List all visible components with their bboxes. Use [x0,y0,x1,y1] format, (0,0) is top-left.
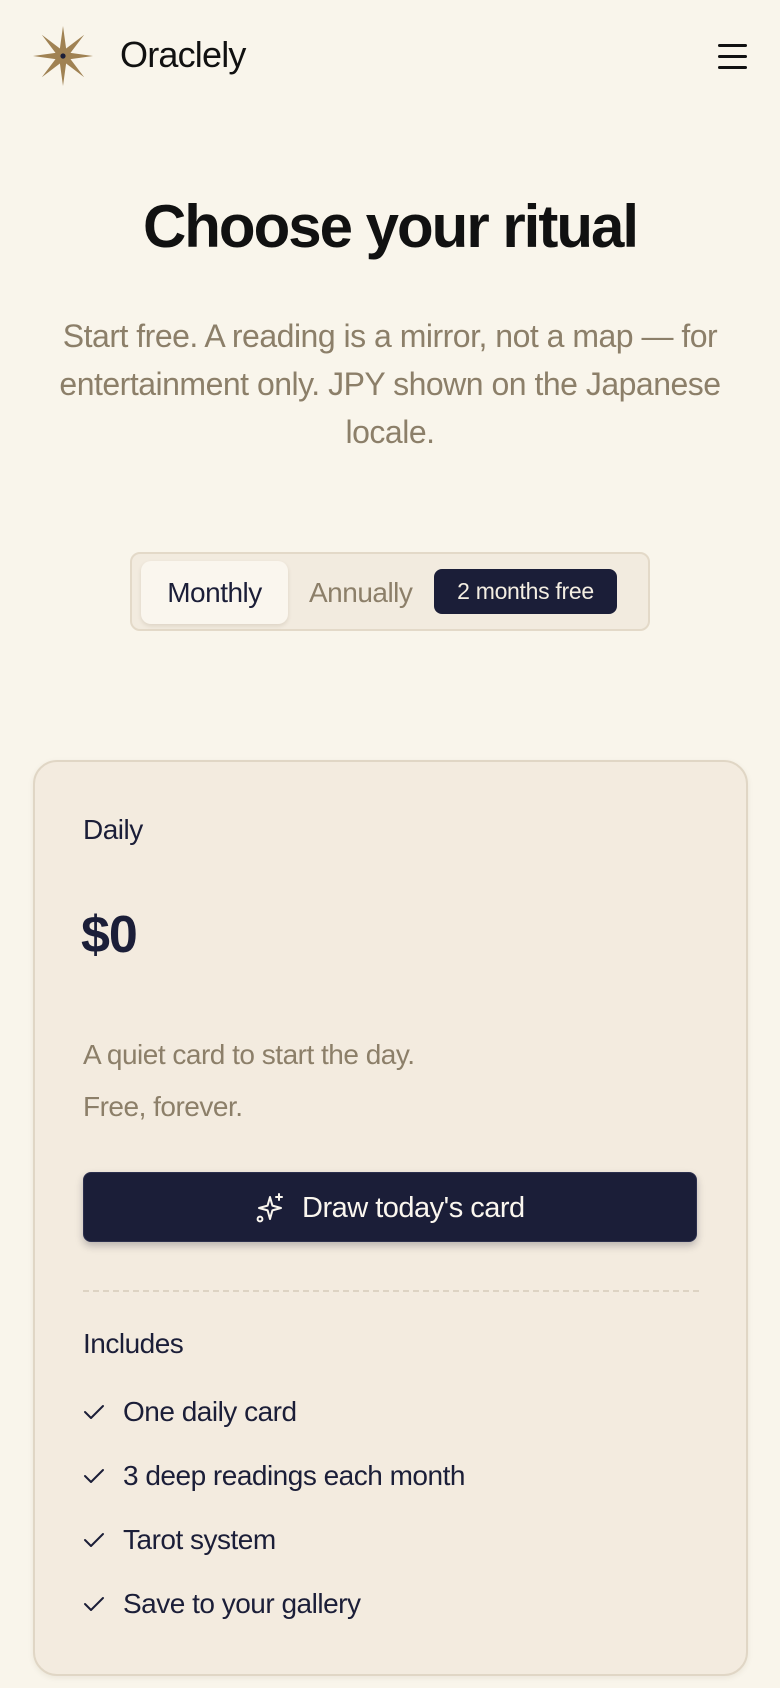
brand-name[interactable]: Oraclely [120,30,246,80]
feature-label: One daily card [123,1396,297,1427]
check-icon [84,1597,104,1611]
feature-label: Tarot system [123,1524,276,1555]
toggle-monthly[interactable]: Monthly [141,561,288,624]
plan-name: Daily [83,814,143,845]
menu-button[interactable] [710,36,754,76]
billing-period-toggle: Monthly Annually 2 months free [130,552,650,631]
page-subtitle: Start free. A reading is a mirror, not a… [59,318,721,450]
plan-description-line: Free, forever. [83,1091,243,1122]
feature-label: 3 deep readings each month [123,1460,465,1491]
discount-badge: 2 months free [434,569,617,614]
site-header: Oraclely [0,0,780,112]
check-icon [84,1405,104,1419]
divider [83,1290,699,1292]
check-icon [84,1533,104,1547]
eight-point-star-icon[interactable] [33,26,93,86]
page-title: Choose your ritual [142,193,639,260]
plan-card-daily: Daily $0 A quiet card to start the day. … [33,760,748,1676]
draw-card-button[interactable]: Draw today's card [83,1172,697,1242]
check-icon [84,1469,104,1483]
plan-price: $0 [81,906,138,964]
sparkles-icon [256,1193,283,1223]
feature-label: Save to your gallery [123,1588,361,1619]
includes-heading: Includes [83,1328,184,1359]
plan-description-line: A quiet card to start the day. [83,1039,415,1070]
draw-card-button-label: Draw today's card [302,1192,525,1224]
toggle-annually[interactable]: Annually [309,561,413,624]
